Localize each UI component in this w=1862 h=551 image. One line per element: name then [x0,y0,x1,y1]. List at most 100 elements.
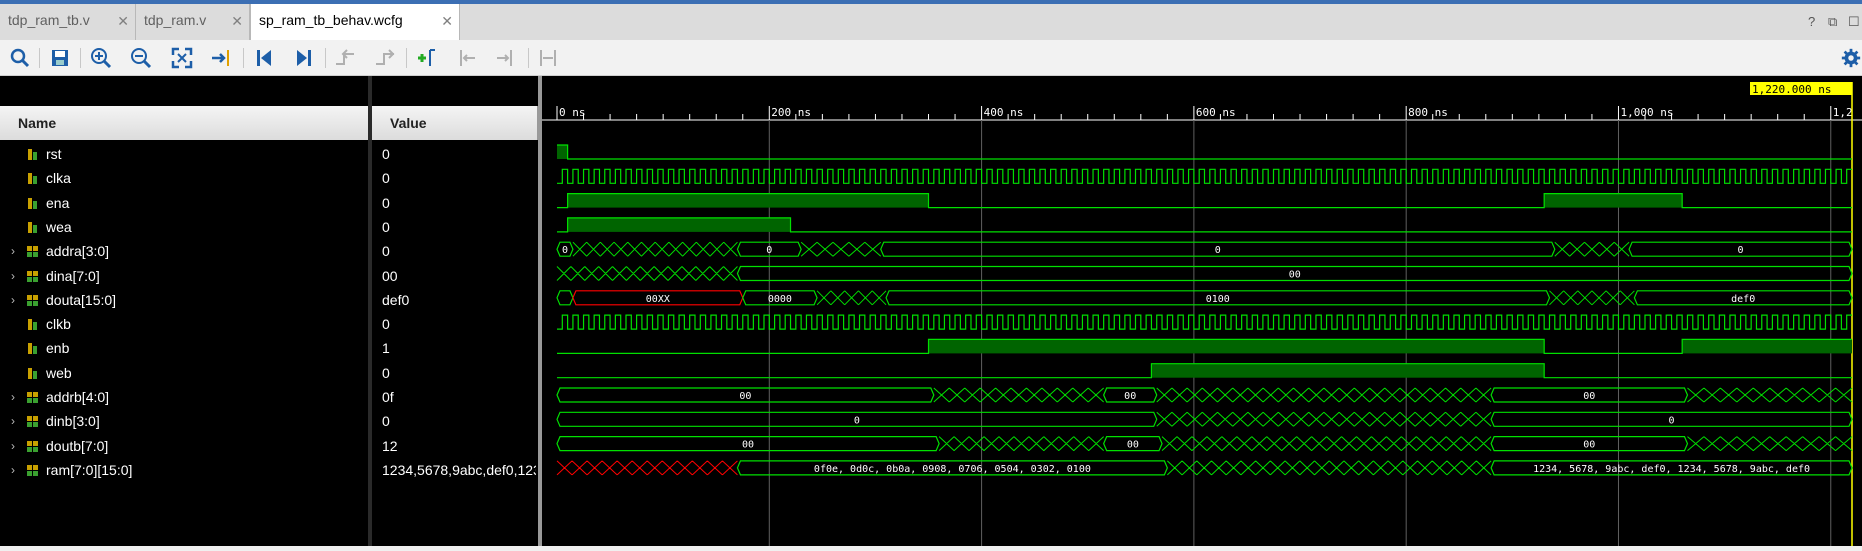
signal-name: ena [46,194,70,211]
zoom-in-icon[interactable] [89,46,113,70]
close-icon[interactable]: ✕ [441,13,453,30]
signal-name: ram[7:0][15:0] [46,461,133,478]
time-axis-label: 400 ns [984,106,1024,119]
logic-waveform [557,144,1852,160]
bus-signal-icon [27,246,38,258]
bus-transition-region [1554,241,1630,257]
bus-value-label: 00XX [646,294,670,305]
signal-list-panel: Name Value rst 0 clka 0 ena 0 wea 0 › addra[3:0] 0… [0,76,538,546]
waveform-clkb [557,314,1852,330]
add-marker-icon[interactable] [414,46,438,70]
logic-signal-icon [28,173,37,185]
bus-value-label: 0 [1669,415,1675,426]
signal-value: 0f [382,389,394,405]
signal-name: addrb[4:0] [46,389,110,405]
signal-value: 0 [382,218,390,235]
logic-signal-icon [28,367,37,379]
logic-signal-icon [28,197,37,209]
signal-name: clka [46,170,71,187]
waveform-addrb-4-0: 00 00 00 [556,387,1853,403]
bus-value-label: 00 [1583,440,1595,451]
go-to-last-time-icon[interactable] [292,46,316,70]
gear-icon[interactable] [1840,46,1862,70]
help-icon[interactable]: ? [1808,14,1815,29]
toolbar-separator [80,48,81,68]
signal-name: dinb[3:0] [46,413,100,430]
waveform-canvas[interactable]: 0 ns 200 ns 400 ns 600 ns 800 ns 1,000 ns 1,21… [542,76,1862,546]
editor-tab-bar: tdp_ram_tb.v ✕ tdp_ram.v ✕ sp_ram_tb_beh… [0,0,1862,40]
high-level-fill [1682,339,1852,354]
bus-value-label: 0 [1215,245,1221,256]
signal-value: 00 [382,267,398,284]
wave-toolbar [0,40,1862,76]
high-level-fill [928,339,1545,354]
name-column-label: Name [18,115,57,131]
go-to-cursor-icon[interactable] [210,46,234,70]
signal-value: 0 [382,413,390,430]
bus-signal-icon [27,416,38,428]
logic-signal-icon [28,319,37,331]
maximize-icon[interactable]: ☐ [1848,14,1860,30]
tab-tdp-ram[interactable]: tdp_ram.v ✕ [136,4,250,40]
waveform-dinb-3-0: 00 [556,411,1853,427]
tab-label: tdp_ram.v [144,12,207,28]
high-level-fill [567,193,929,208]
expand-chevron-icon[interactable]: › [11,463,15,477]
signal-value: 1234,5678,9abc,def0,1234,5678,9abc,def0 [382,461,536,478]
waveform-enb [557,338,1852,354]
bus-value-label: 0100 [1206,294,1230,305]
expand-chevron-icon[interactable]: › [11,244,15,258]
next-transition-icon[interactable] [373,46,397,70]
signal-value: 0 [382,316,390,333]
swap-cursors-icon[interactable] [536,46,560,70]
bus-transition-region [1687,436,1853,451]
toolbar-separator [39,48,40,68]
value-column-header[interactable]: Value [372,106,538,140]
high-level-fill [557,145,568,159]
bus-transition-region [1549,290,1635,306]
signal-name: addra[3:0] [46,243,110,260]
signal-row-ram-7-0-15-0[interactable]: › ram[7:0][15:0] 1234,5678,9abc,def0,1234,… [0,456,538,485]
time-axis-label: 1,2 [1833,106,1853,119]
restore-icon[interactable]: ⧉ [1828,14,1837,30]
search-icon[interactable] [8,46,32,70]
bus-transition-region [1156,387,1492,403]
name-column-header[interactable]: Name [0,106,370,140]
waveform-panel[interactable]: 0 ns 200 ns 400 ns 600 ns 800 ns 1,000 ns 1,2 1… [542,76,1862,546]
expand-chevron-icon[interactable]: › [11,390,15,404]
zoom-fit-icon[interactable] [170,46,194,70]
expand-chevron-icon[interactable]: › [11,293,15,307]
waveform-doutb-7-0: 00 00 00 [556,436,1853,452]
zoom-out-icon[interactable] [129,46,153,70]
go-to-time-zero-icon[interactable] [252,46,276,70]
tab-tdp-ram-tb[interactable]: tdp_ram_tb.v ✕ [0,4,136,40]
close-icon[interactable]: ✕ [117,13,129,30]
save-icon[interactable] [48,46,72,70]
bus-signal-icon [27,392,38,403]
previous-transition-icon[interactable] [333,46,357,70]
signal-value: 0 [382,243,390,260]
toolbar-separator [528,48,529,68]
toolbar-separator [406,48,407,68]
previous-marker-icon[interactable] [455,46,479,70]
next-marker-icon[interactable] [495,46,519,70]
time-axis-label: 1,000 ns [1620,106,1673,119]
waveform-ram-7-0-15-0: 0f0e, 0d0c, 0b0a, 0908, 0706, 0504, 0302… [556,460,1853,476]
bus-value-label: 00 [1289,270,1301,281]
tab-sp-ram-tb-behav-wcfg[interactable]: sp_ram_tb_behav.wcfg ✕ [250,4,460,40]
high-level-fill [1544,193,1683,208]
expand-chevron-icon[interactable]: › [11,269,15,283]
bus-transition-region [1167,460,1492,476]
waveform-ena [557,193,1852,209]
bus-value-label: 00 [742,440,754,451]
bus-signal-icon [27,270,38,282]
waveform-rst [557,144,1852,160]
signal-value: def0 [382,291,410,308]
close-icon[interactable]: ✕ [231,13,243,30]
bus-value-label: 0 [766,245,772,256]
expand-chevron-icon[interactable]: › [11,414,15,428]
expand-chevron-icon[interactable]: › [11,439,15,453]
toolbar-separator [243,48,244,68]
bus-signal-icon [27,294,38,306]
signal-value: 1 [382,340,390,357]
